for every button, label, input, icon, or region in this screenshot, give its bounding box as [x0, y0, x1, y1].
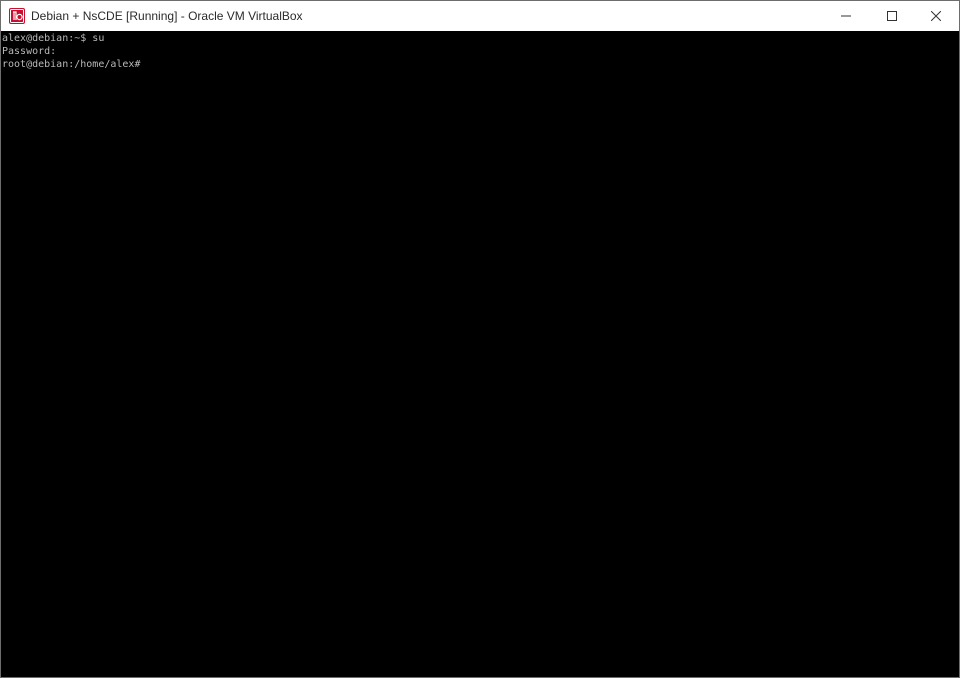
- close-button[interactable]: [913, 1, 959, 31]
- virtualbox-window: Debian + NsCDE [Running] - Oracle VM Vir…: [0, 0, 960, 678]
- title-bar[interactable]: Debian + NsCDE [Running] - Oracle VM Vir…: [1, 1, 959, 31]
- virtualbox-icon[interactable]: [9, 8, 25, 24]
- minimize-button[interactable]: [823, 1, 869, 31]
- maximize-icon: [887, 11, 897, 21]
- terminal-line: Password:: [2, 46, 57, 57]
- window-title: Debian + NsCDE [Running] - Oracle VM Vir…: [31, 9, 303, 23]
- terminal-line: alex@debian:~$ su: [2, 33, 105, 44]
- maximize-button[interactable]: [869, 1, 915, 31]
- close-icon: [931, 11, 941, 21]
- minimize-icon: [841, 15, 851, 17]
- vm-display[interactable]: alex@debian:~$ su Password: root@debian:…: [1, 31, 959, 677]
- terminal-prompt[interactable]: root@debian:/home/alex#: [2, 58, 140, 71]
